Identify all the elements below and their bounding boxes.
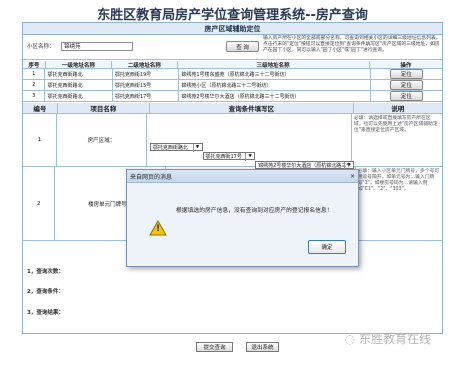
message-dialog: 来自网页的消息 × ! 根据填选的房产信息，没有查询到对应房产的登记报名信息！ … [126, 169, 359, 267]
address-header-first: 一级地址名称 [45, 61, 113, 69]
query-condition-label: 2，查询条件： [27, 289, 64, 295]
community-search-input[interactable]: 锦绣苑 [61, 42, 133, 51]
condition-header-name: 项目名称 [57, 103, 151, 114]
table-row: 2 鄂托克西街路北 鄂托克西街15号 锦绣苑小区（原杭锦北路三十二号街坊） 定位 [23, 80, 442, 91]
row-number: 2 [23, 80, 46, 91]
dialog-title: 来自网页的消息 [130, 173, 173, 181]
submit-query-button[interactable]: 提交查询 [196, 342, 233, 352]
first-address: 鄂托克西街路北 [45, 80, 113, 91]
chevron-down-icon: ▼ [245, 153, 254, 161]
chevron-down-icon: ▼ [192, 144, 202, 152]
building-select[interactable]: 锦绣苑2号楼华尔大酒店（原杭锦北路三十二号街坊）▼ [255, 161, 354, 177]
district-select[interactable]: 鄂托克西街路北 ▼ [149, 143, 203, 152]
second-address: 鄂托克西街19号 [112, 69, 180, 80]
table-row: 1 鄂托克西街路北 鄂托克西街19号 锦绣苑1号楼东盛苑（原杭锦北路三十二号街坊… [23, 69, 442, 80]
first-address: 鄂托克西街路北 [45, 91, 113, 102]
row-number: 1 [23, 69, 46, 80]
dialog-title-bar: 来自网页的消息 × [127, 170, 358, 183]
watermark: ◌ 东胜教育在线 [345, 330, 432, 347]
condition-row-area: 1 房产区域： 鄂托克西街路北 ▼ 鄂托克西街17号 ▼ 锦绣苑2号楼华尔大酒店（原… [23, 114, 442, 177]
search-button[interactable]: 查 询 [226, 41, 259, 52]
address-header-action: 操作 [369, 61, 442, 69]
third-address: 锦绣苑1号楼东盛苑（原杭锦北路三十二号街坊） [179, 69, 371, 80]
page-title: 东胜区教育局房产学位查询管理系统--房产查询 [97, 8, 368, 23]
locate-button[interactable]: 定位 [389, 80, 423, 90]
street-select[interactable]: 鄂托克西街17号 ▼ [202, 152, 256, 161]
condition-name: 房产区域： [56, 114, 147, 167]
community-label: 小区名称： [27, 44, 55, 50]
watermark-text: 东胜教育在线 [358, 332, 431, 346]
watermark-icon: ◌ [344, 331, 355, 346]
warning-icon: ! [149, 219, 167, 236]
first-address: 鄂托克西街路北 [45, 69, 113, 80]
address-header-no: 序号 [23, 61, 46, 69]
ok-button[interactable]: 确定 [308, 240, 346, 254]
address-header-third: 三级地址名称 [177, 61, 370, 69]
close-icon[interactable]: × [350, 173, 355, 180]
exit-system-button[interactable]: 退出系统 [246, 342, 279, 352]
query-count-label: 1，查询次数： [27, 269, 64, 275]
condition-header-fields: 查询条件填写区 [150, 103, 354, 114]
condition-number: 2 [23, 167, 56, 241]
locate-button[interactable]: 定位 [389, 69, 423, 79]
row-number: 3 [23, 91, 46, 102]
third-address: 锦绣苑2号楼华尔大酒店（原杭锦北路三十二号街坊） [179, 91, 371, 102]
address-table: 序号 一级地址名称 二级地址名称 三级地址名称 操作 1 鄂托克西街路北 鄂托克… [23, 61, 442, 102]
locate-button[interactable]: 定位 [389, 91, 423, 101]
unit-help-text: 必填：输入小区单元门牌号，多个号可用逗号隔开。如单元号为…输入门牌号"1"，如楼… [355, 167, 442, 241]
table-row: 3 鄂托克西街路北 鄂托克西街17号 锦绣苑2号楼华尔大酒店（原杭锦北路三十二号… [23, 91, 442, 102]
third-address: 锦绣苑小区（原杭锦北路三十二号街坊） [179, 80, 371, 91]
dialog-message: 根据填选的房产信息，没有查询到对应房产的登记报名信息！ [176, 208, 333, 214]
query-result-label: 3，查询结果： [27, 310, 64, 316]
area-help-text: 必填：请选择或直接填写房产所在区域，也可以先使用上述"房产区域辅助定位"来直接定… [351, 114, 442, 167]
condition-header-no: 编号 [23, 103, 58, 114]
location-section-header: 房产区域辅助定位 [23, 23, 442, 35]
address-header-second: 二级地址名称 [112, 61, 178, 69]
condition-header-description: 说明 [353, 103, 442, 114]
condition-number: 1 [23, 114, 57, 167]
search-help-text: 输入房产所在小区的全部或部分名称，可查询到相关小区的详细三级地址信息列表，点击行… [263, 36, 441, 53]
location-search-row: 小区名称： 锦绣苑 查 询 输入房产所在小区的全部或部分名称，可查询到相关小区的… [23, 35, 442, 60]
second-address: 鄂托克西街15号 [112, 80, 180, 91]
second-address: 鄂托克西街17号 [112, 91, 180, 102]
